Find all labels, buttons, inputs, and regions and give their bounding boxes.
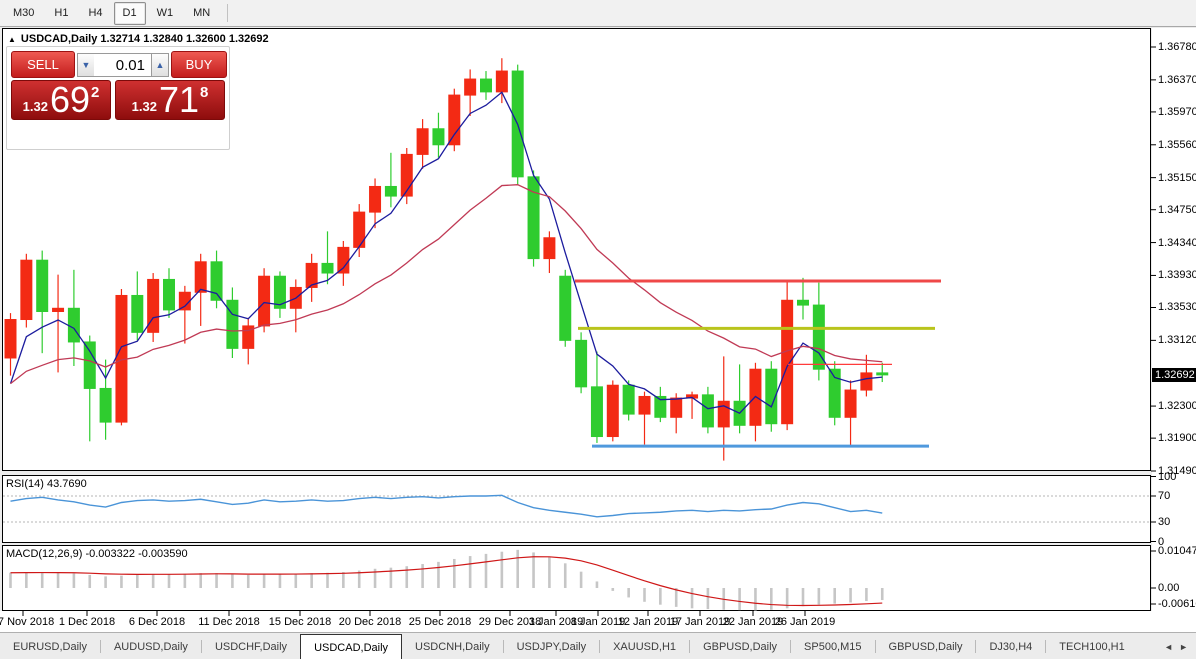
tab-audusd-daily[interactable]: AUDUSD,Daily (101, 633, 201, 659)
tab-xauusd-h1[interactable]: XAUUSD,H1 (600, 633, 689, 659)
chart-title: ▲ USDCAD,Daily 1.32714 1.32840 1.32600 1… (8, 33, 269, 45)
date-axis[interactable] (0, 611, 1196, 632)
tab-eurusd-daily[interactable]: EURUSD,Daily (0, 633, 100, 659)
tab-scroll-buttons: ◄ ► (1164, 633, 1196, 659)
tab-usdcnh-daily[interactable]: USDCNH,Daily (402, 633, 503, 659)
chart-title-text: USDCAD,Daily 1.32714 1.32840 1.32600 1.3… (21, 33, 269, 45)
chart-tabs: EURUSD,DailyAUDUSD,DailyUSDCHF,DailyUSDC… (0, 633, 1138, 659)
buy-button[interactable]: BUY (171, 51, 227, 78)
tab-scroll-left-icon[interactable]: ◄ (1164, 642, 1173, 652)
tab-usdchf-daily[interactable]: USDCHF,Daily (202, 633, 300, 659)
sell-price-small: 1.32 (23, 98, 48, 115)
rsi-pane[interactable] (2, 475, 1151, 543)
sell-price-sup: 2 (91, 84, 99, 101)
timeframe-button-h4[interactable]: H4 (79, 2, 111, 25)
price-axis[interactable] (1152, 28, 1196, 611)
volume-decrease-button[interactable]: ▼ (77, 53, 95, 77)
sell-button[interactable]: SELL (11, 51, 75, 78)
tab-sp500-m15[interactable]: SP500,M15 (791, 633, 874, 659)
timeframe-button-m30[interactable]: M30 (4, 2, 43, 25)
tab-tech100-h1[interactable]: TECH100,H1 (1046, 633, 1137, 659)
terminal-window: M30H1H4D1W1MN 1.367801.363701.359701.355… (0, 0, 1196, 659)
timeframe-button-h1[interactable]: H1 (45, 2, 77, 25)
volume-increase-button[interactable]: ▲ (151, 53, 169, 77)
one-click-trade-panel: SELL ▼ ▲ BUY 1.32 69 2 1.32 71 8 (6, 46, 230, 150)
tab-gbpusd-daily[interactable]: GBPUSD,Daily (876, 633, 976, 659)
tab-dj30-h4[interactable]: DJ30,H4 (976, 633, 1045, 659)
timeframe-toolbar: M30H1H4D1W1MN (0, 0, 1196, 27)
sell-price-display[interactable]: 1.32 69 2 (11, 80, 111, 120)
macd-pane[interactable] (2, 545, 1151, 611)
tab-gbpusd-daily[interactable]: GBPUSD,Daily (690, 633, 790, 659)
timeframe-button-w1[interactable]: W1 (148, 2, 183, 25)
timeframe-buttons: M30H1H4D1W1MN (4, 2, 221, 25)
tab-usdjpy-daily[interactable]: USDJPY,Daily (504, 633, 600, 659)
buy-price-sup: 8 (200, 84, 208, 101)
timeframe-button-mn[interactable]: MN (184, 2, 219, 25)
toolbar-separator (227, 4, 228, 22)
timeframe-button-d1[interactable]: D1 (114, 2, 146, 25)
buy-price-display[interactable]: 1.32 71 8 (115, 80, 225, 120)
chart-tabbar: EURUSD,DailyAUDUSD,DailyUSDCHF,DailyUSDC… (0, 632, 1196, 659)
buy-price-small: 1.32 (132, 98, 157, 115)
buy-price-big: 71 (159, 85, 199, 115)
volume-input[interactable] (94, 53, 151, 77)
sell-price-big: 69 (50, 85, 90, 115)
tab-usdcad-daily[interactable]: USDCAD,Daily (300, 634, 402, 659)
collapse-triangle-icon[interactable]: ▲ (8, 35, 16, 44)
tab-scroll-right-icon[interactable]: ► (1179, 642, 1188, 652)
